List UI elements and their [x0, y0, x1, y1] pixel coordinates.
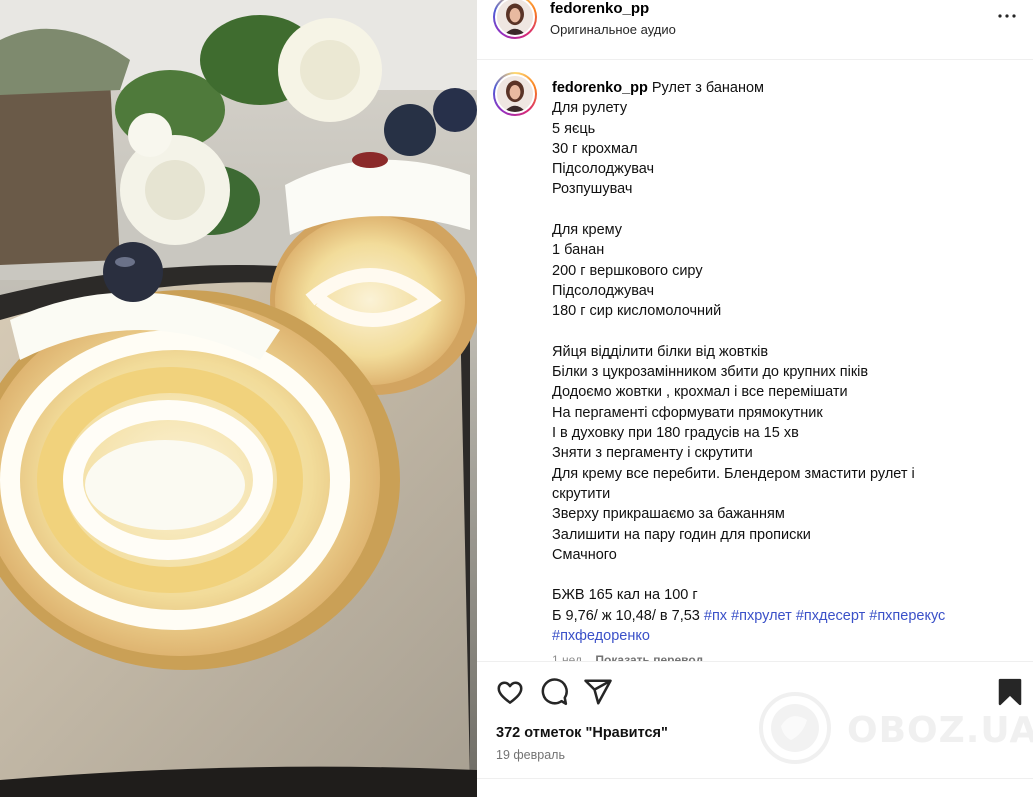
caption-line: 5 яєць: [552, 120, 596, 137]
hashtag-group: #пх #пхрулет #пхдесерт #пхперекус: [704, 608, 949, 624]
caption-first-line: fedorenko_pp Рулет з бананом: [552, 78, 992, 98]
caption-username[interactable]: fedorenko_pp: [552, 80, 648, 96]
post-header: fedorenko_pp Оригинальное аудио: [477, 0, 1033, 60]
caption-line: [552, 322, 992, 342]
caption-line: Для рулету: [552, 100, 628, 117]
hashtag-group: #пхфедоренко: [552, 626, 992, 646]
caption-line: Додоємо жовтки , крохмал і все перемішат…: [552, 384, 848, 401]
caption-line: І в духовку при 180 градусів на 15 хв: [552, 425, 799, 442]
hashtag-link[interactable]: #пхфедоренко: [552, 628, 650, 644]
caption-line: 1 банан: [552, 242, 605, 259]
hashtag-link[interactable]: #пхперекус: [869, 608, 945, 624]
caption-line: Підсолоджувач: [552, 282, 655, 299]
caption-avatar[interactable]: [493, 72, 537, 116]
caption-line: Яйця відділити білки від жовтків: [552, 343, 769, 360]
post-side-panel: fedorenko_pp Оригинальное аудио fedorenk…: [477, 0, 1033, 797]
caption-line: скрутити: [552, 485, 611, 502]
banana-roll-photo: [0, 0, 477, 797]
caption-meta: 1 нед. Показать перевод: [552, 653, 703, 661]
post-image[interactable]: [0, 0, 477, 797]
caption-line: Білки з цукрозамінником збити до крупних…: [552, 364, 869, 381]
avatar[interactable]: [493, 0, 537, 39]
post-age: 1 нед.: [552, 653, 586, 661]
profile-photo: [497, 0, 533, 35]
caption-line: Зверху прикрашаємо за бажанням: [552, 506, 785, 523]
caption-macros-line: Б 9,76/ ж 10,48/ в 7,53 #пх #пхрулет #пх…: [552, 606, 992, 626]
caption-macros: Б 9,76/ ж 10,48/ в 7,53: [552, 607, 700, 624]
caption-line: Для крему: [552, 222, 623, 239]
comment-box-divider: [477, 778, 1033, 779]
caption-line: Для крему все перебити. Блендером змасти…: [552, 465, 915, 482]
profile-photo: [497, 76, 533, 112]
actions-divider: [477, 661, 1033, 662]
hashtag-link[interactable]: #пх: [704, 608, 727, 624]
watermark: OBOZ.UA: [757, 690, 1033, 770]
caption-line: 200 г вершкового сиру: [552, 262, 703, 279]
more-options-icon[interactable]: [995, 4, 1019, 28]
caption-line: [552, 565, 992, 585]
comment-icon[interactable]: [539, 677, 569, 707]
likes-count[interactable]: 372 отметок "Нравится": [496, 725, 668, 741]
caption-line: Залишити на пару годин для прописки: [552, 526, 811, 543]
caption-line: Підсолоджувач: [552, 161, 655, 178]
hashtag-link[interactable]: #пхдесерт: [796, 608, 865, 624]
caption-line: Зняти з пергаменту і скрутити: [552, 445, 753, 462]
translate-link[interactable]: Показать перевод: [595, 653, 703, 661]
caption-line: 30 г крохмал: [552, 140, 638, 157]
caption-line: Смачного: [552, 546, 617, 563]
heart-icon[interactable]: [495, 677, 525, 707]
header-audio-label[interactable]: Оригинальное аудио: [550, 22, 676, 37]
caption-area: fedorenko_pp Рулет з бананом Для рулету 5 …: [477, 61, 1033, 661]
caption-line: БЖВ 165 кал на 100 г: [552, 587, 698, 604]
post-caption: fedorenko_pp Рулет з бананом Для рулету 5 …: [552, 78, 992, 646]
caption-line: [552, 200, 992, 220]
caption-line: Розпушувач: [552, 181, 633, 198]
caption-line: 180 г сир кисломолочний: [552, 303, 722, 320]
post-date[interactable]: 19 февраль: [496, 748, 565, 762]
watermark-logo-icon: [759, 692, 831, 764]
hashtag-link[interactable]: #пхрулет: [731, 608, 792, 624]
header-username[interactable]: fedorenko_pp: [550, 0, 649, 17]
caption-lines: Для рулету 5 яєць 30 г крохмал Підсолоджува…: [552, 98, 992, 605]
share-icon[interactable]: [583, 677, 613, 707]
caption-line: На пергаменті сформувати прямокутник: [552, 404, 823, 421]
watermark-text: OBOZ.UA: [847, 710, 1033, 751]
caption-title: Рулет з бананом: [651, 80, 765, 96]
